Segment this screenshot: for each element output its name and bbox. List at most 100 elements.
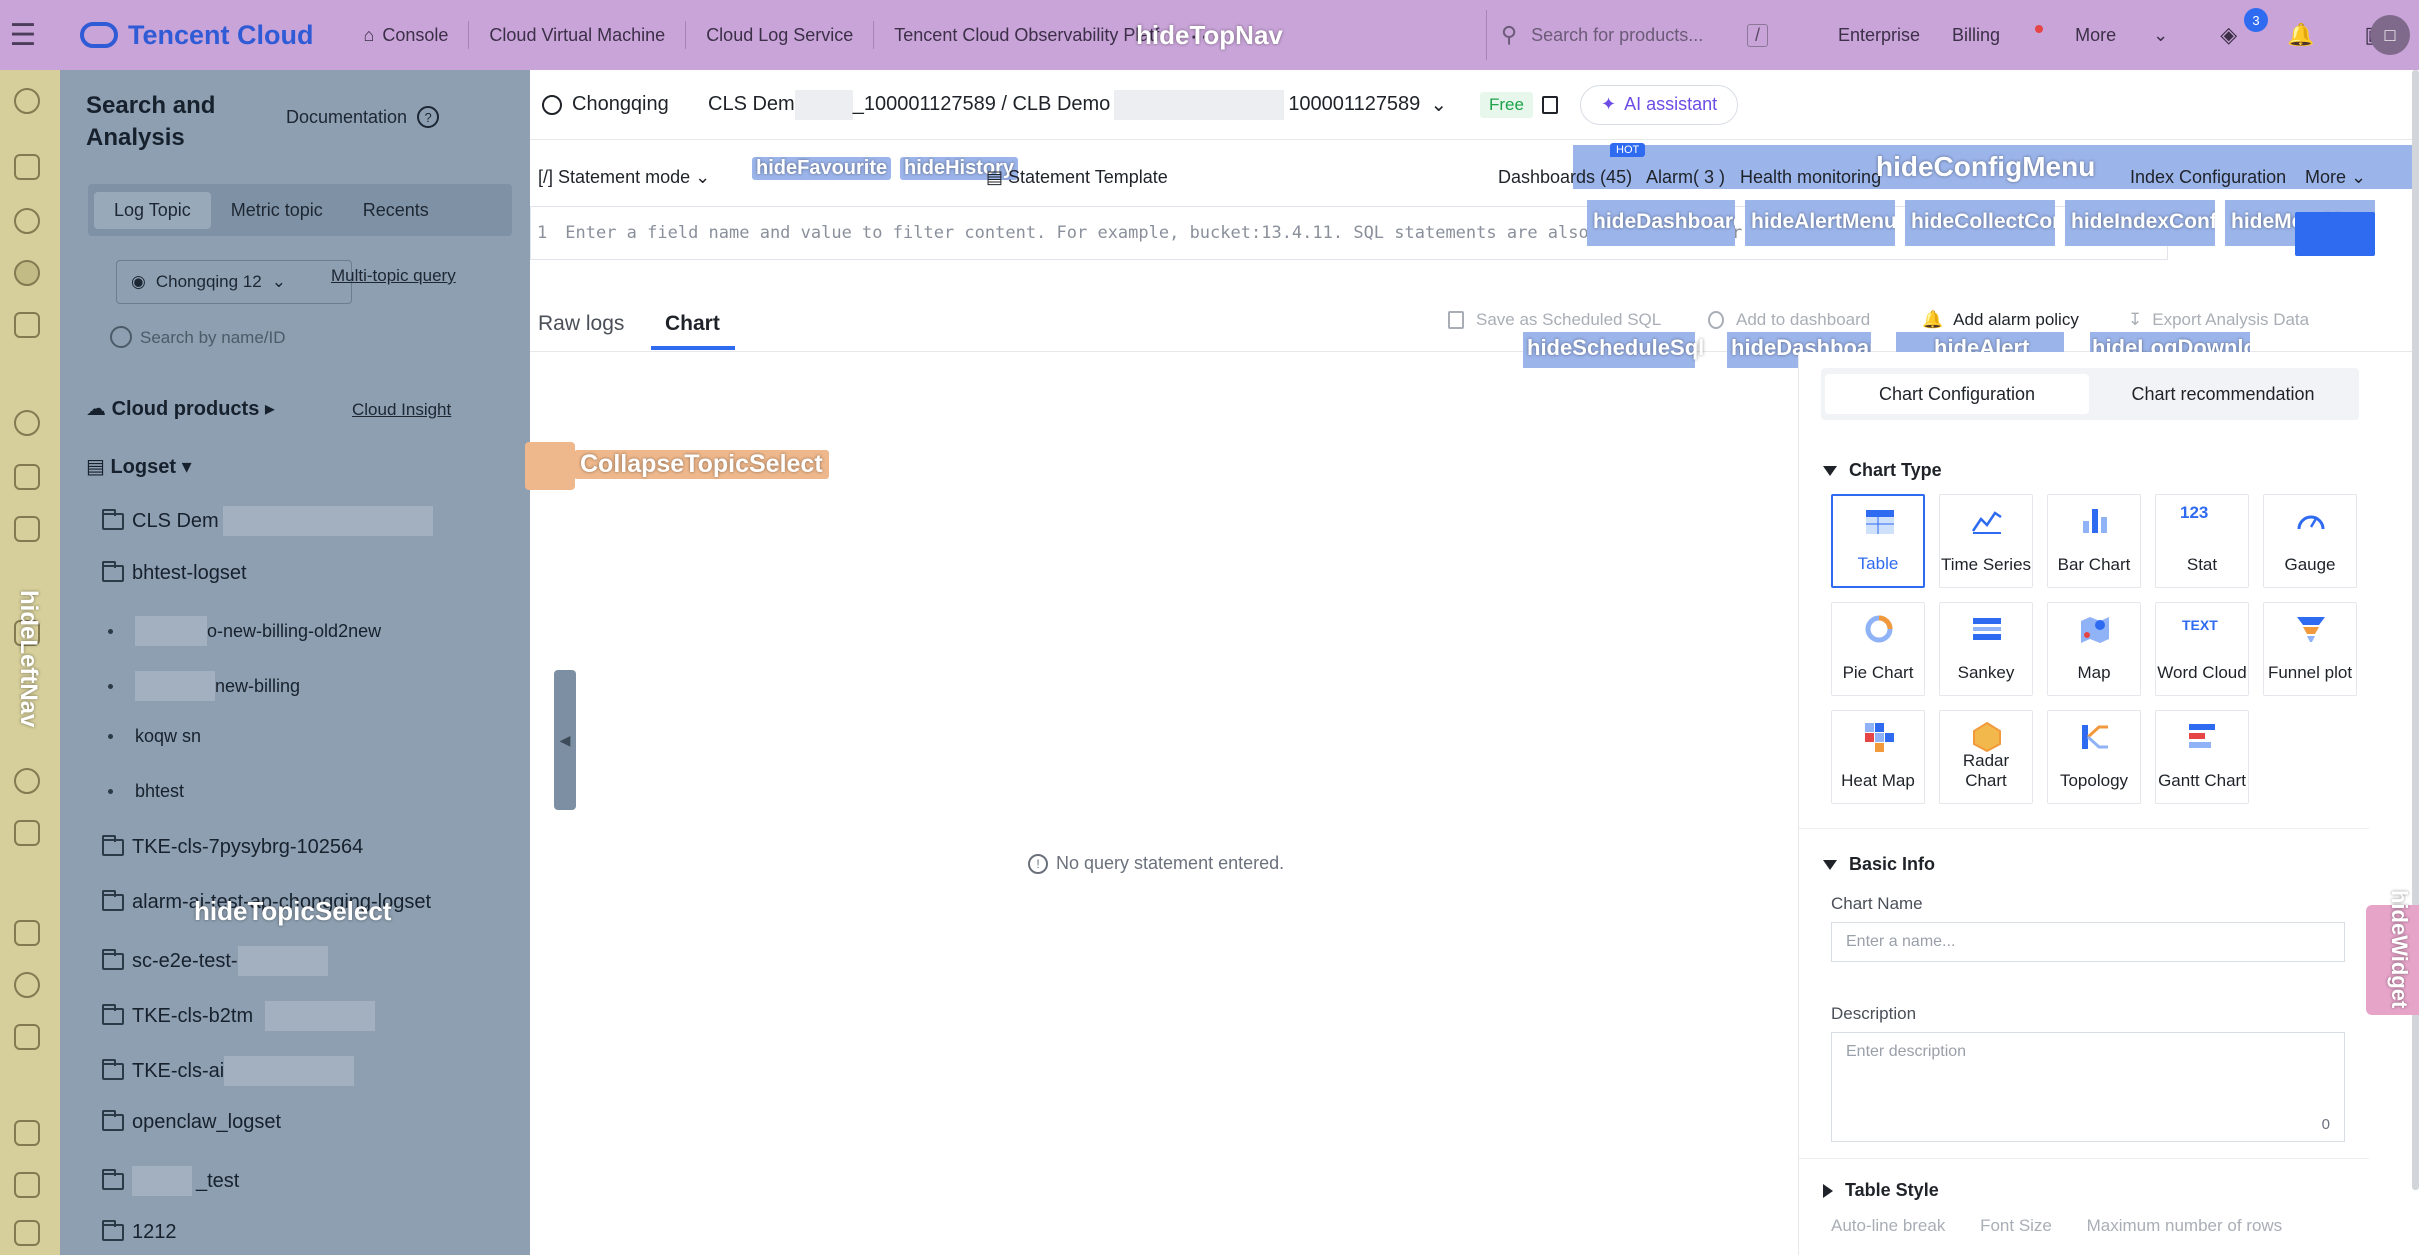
save-scheduled-sql-button[interactable]: Save as Scheduled SQL	[1448, 310, 1661, 330]
list-item[interactable]: openclaw_logset	[102, 1110, 281, 1134]
list-item[interactable]: sc-e2e-test-	[102, 946, 328, 976]
tab-log-topic[interactable]: Log Topic	[94, 191, 211, 229]
documentation-link[interactable]: Documentation?	[286, 106, 440, 128]
language-icon[interactable]: ◈	[2220, 22, 2237, 48]
page-scrollbar[interactable]	[2412, 70, 2419, 1190]
hide-favourite-label[interactable]: hideFavourite	[752, 157, 892, 180]
chart-type-word-cloud[interactable]: TEXT Word Cloud	[2155, 602, 2249, 696]
chart-type-bar-chart[interactable]: Bar Chart	[2047, 494, 2141, 588]
collapse-panel-handle[interactable]: ◀	[554, 670, 576, 810]
nav-enterprise[interactable]: Enterprise	[1838, 25, 1920, 46]
list-item[interactable]: TKE-cls-b2tm	[102, 1001, 376, 1031]
nav-list-icon[interactable]	[14, 1172, 40, 1198]
hide-schedule-sql-label[interactable]: hideScheduleSql	[1523, 332, 1704, 368]
nav-collect-icon[interactable]	[14, 516, 40, 542]
nav-search-icon[interactable]	[14, 260, 40, 286]
nav-collapse-icon[interactable]	[14, 1220, 40, 1246]
nav-report-icon[interactable]	[14, 920, 40, 946]
chart-type-sankey[interactable]: Sankey	[1939, 602, 2033, 696]
nav-clock-icon[interactable]	[14, 972, 40, 998]
list-item[interactable]: TKE-cls-ai	[102, 1056, 355, 1086]
list-item[interactable]: TKE-cls-7pysybrg-102564	[102, 835, 363, 859]
hide-index-config-label[interactable]: hideIndexConfigMenu	[2065, 200, 2215, 246]
nav-alarm-icon[interactable]	[14, 312, 40, 338]
more-menu[interactable]: More ⌄	[2305, 167, 2366, 188]
nav-more[interactable]: More ⌄	[2075, 25, 2168, 46]
list-item[interactable]: CLS Dem	[102, 506, 433, 536]
chart-type-stat[interactable]: 123 Stat	[2155, 494, 2249, 588]
topic-search-input[interactable]: Search by name/ID	[100, 316, 510, 360]
list-item[interactable]: _test	[102, 1166, 239, 1196]
avatar[interactable]: □	[2370, 15, 2410, 55]
list-item[interactable]: new-billing	[108, 671, 300, 701]
nav-observability[interactable]: Tencent Cloud Observability Platf	[894, 25, 1159, 46]
copy-icon[interactable]	[1542, 95, 1558, 114]
dashboards-menu[interactable]: Dashboards (45)	[1498, 167, 1632, 188]
nav-archive-icon[interactable]	[14, 1120, 40, 1146]
nav-data-icon[interactable]	[14, 464, 40, 490]
statement-template-button[interactable]: ▤ Statement Template	[986, 167, 1168, 188]
topic-selector[interactable]: CLS Dem _100001127589 / CLB Demo 1000011…	[708, 89, 1447, 120]
brand-logo[interactable]: Tencent Cloud	[80, 20, 314, 51]
ai-assistant-button[interactable]: ✦ AI assistant	[1580, 84, 1739, 125]
chart-type-map[interactable]: Map	[2047, 602, 2141, 696]
add-alarm-policy-button[interactable]: 🔔 Add alarm policy	[1922, 310, 2079, 330]
export-analysis-data-button[interactable]: ↧ Export Analysis Data	[2128, 310, 2309, 330]
multi-topic-query-link[interactable]: Multi-topic query	[331, 266, 456, 286]
tab-metric-topic[interactable]: Metric topic	[211, 192, 343, 229]
cloud-products-header[interactable]: ☁ Cloud products ▸	[86, 396, 275, 421]
tab-chart-configuration[interactable]: Chart Configuration	[1825, 374, 2089, 414]
chart-type-topology[interactable]: Topology	[2047, 710, 2141, 804]
chart-type-table[interactable]: Table	[1831, 494, 1925, 588]
nav-doc-icon[interactable]	[14, 1024, 40, 1050]
nav-grid-icon[interactable]	[14, 820, 40, 846]
product-search[interactable]: ⚲ Search for products... /	[1486, 10, 1788, 60]
header-region[interactable]: Chongqing	[542, 93, 669, 116]
region-select[interactable]: ◉ Chongqing 12 ⌄	[116, 260, 352, 304]
description-textarea[interactable]: Enter description 0	[1831, 1032, 2345, 1142]
nav-settings-icon[interactable]	[14, 768, 40, 794]
collapse-topic-select-button[interactable]	[525, 442, 575, 490]
alarm-menu[interactable]: Alarm( 3 )	[1646, 167, 1725, 188]
nav-overview-icon[interactable]	[14, 88, 40, 114]
chart-type-time-series[interactable]: Time Series	[1939, 494, 2033, 588]
tab-chart[interactable]: Chart	[665, 312, 720, 336]
hide-collect-config-label[interactable]: hideCollectConfig	[1905, 200, 2055, 246]
nav-cvm[interactable]: Cloud Virtual Machine	[489, 25, 665, 46]
list-item[interactable]: bhtest	[108, 781, 184, 802]
list-item[interactable]: koqw sn	[108, 726, 201, 747]
chart-type-gantt-chart[interactable]: Gantt Chart	[2155, 710, 2249, 804]
chart-type-funnel-plot[interactable]: Funnel plot	[2263, 602, 2357, 696]
tab-recents[interactable]: Recents	[343, 192, 449, 229]
statement-mode-select[interactable]: [/] Statement mode ⌄	[538, 167, 710, 188]
nav-ai-icon[interactable]	[14, 410, 40, 436]
chart-type-radar-chart[interactable]: Radar Chart	[1939, 710, 2033, 804]
nav-cls[interactable]: Cloud Log Service	[706, 25, 853, 46]
nav-dashboard-icon[interactable]	[14, 154, 40, 180]
index-configuration-menu[interactable]: Index Configuration	[2130, 167, 2286, 188]
table-style-section[interactable]: Table Style	[1823, 1180, 1939, 1201]
health-monitoring-menu[interactable]: Health monitoring	[1740, 167, 1881, 188]
basic-info-section[interactable]: Basic Info	[1823, 854, 1935, 875]
logset-header[interactable]: ▤ Logset ▾	[86, 454, 192, 479]
search-run-button[interactable]	[2295, 212, 2375, 256]
chart-type-heat-map[interactable]: Heat Map	[1831, 710, 1925, 804]
nav-monitor-icon[interactable]	[14, 208, 40, 234]
menu-icon[interactable]: ☰	[0, 0, 46, 70]
list-item[interactable]: 1212	[102, 1220, 177, 1244]
chart-type-gauge[interactable]: Gauge	[2263, 494, 2357, 588]
nav-billing[interactable]: Billing	[1952, 24, 2044, 46]
list-item[interactable]: o-new-billing-old2new	[108, 616, 381, 646]
tab-raw-logs[interactable]: Raw logs	[538, 312, 624, 336]
bell-icon[interactable]: 🔔	[2287, 22, 2314, 48]
tab-chart-recommendation[interactable]: Chart recommendation	[2091, 374, 2355, 414]
cloud-insight-link[interactable]: Cloud Insight	[352, 400, 451, 420]
hide-dashboard-menu-label[interactable]: hideDashboardMenu	[1587, 200, 1735, 246]
chart-name-input[interactable]: Enter a name...	[1831, 922, 2345, 962]
add-to-dashboard-button[interactable]: Add to dashboard	[1708, 310, 1870, 330]
chart-type-section[interactable]: Chart Type	[1823, 460, 1942, 481]
nav-console[interactable]: ⌂ Console	[364, 25, 449, 46]
hide-alert-menu-label[interactable]: hideAlertMenu	[1745, 200, 1895, 246]
list-item[interactable]: bhtest-logset	[102, 561, 247, 585]
chart-type-pie-chart[interactable]: Pie Chart	[1831, 602, 1925, 696]
